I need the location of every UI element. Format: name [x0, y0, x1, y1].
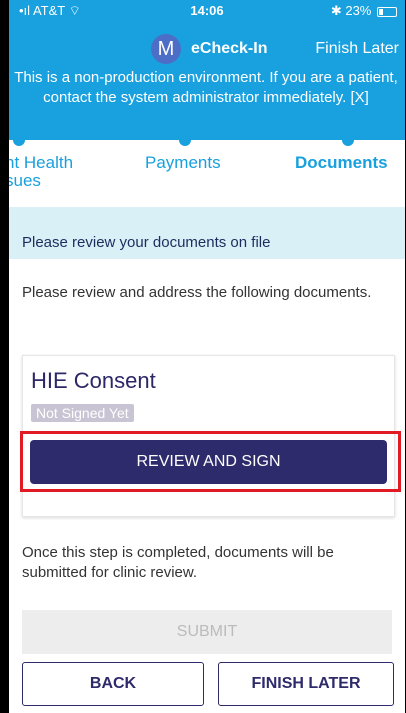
submit-button[interactable]: SUBMIT	[22, 610, 392, 654]
completion-note: Once this step is completed, documents w…	[22, 544, 334, 581]
environment-warning-banner[interactable]: This is a non-production environment. If…	[9, 68, 405, 108]
bluetooth-icon: ✱	[330, 3, 342, 18]
step-health-issues[interactable]: nt Health sues	[9, 154, 73, 190]
step-documents[interactable]: Documents	[295, 154, 388, 172]
avatar[interactable]: M	[151, 34, 181, 64]
step-dot-payments	[179, 134, 191, 146]
app-screen: •ıl AT&T ⌔ 14:06 ✱ 23% M eCheck-In Finis…	[9, 0, 405, 713]
finish-later-link[interactable]: Finish Later	[315, 40, 399, 58]
finish-later-button[interactable]: FINISH LATER	[218, 662, 394, 706]
battery-label: 23%	[345, 3, 372, 18]
status-bar: •ıl AT&T ⌔ 14:06 ✱ 23%	[9, 0, 405, 20]
status-badge: Not Signed Yet	[31, 404, 134, 422]
documents-notice: Please review your documents on file	[9, 207, 405, 259]
battery-status: ✱ 23%	[331, 3, 397, 19]
highlight-box	[20, 431, 401, 492]
back-button[interactable]: BACK	[22, 662, 204, 706]
document-title: HIE Consent	[31, 368, 156, 393]
app-header: M eCheck-In Finish Later	[9, 28, 405, 68]
progress-steps: nt Health sues Payments Documents	[9, 134, 405, 190]
app-title: eCheck-In	[191, 40, 268, 57]
step-dot-documents	[342, 134, 354, 146]
step-dot-health	[13, 134, 25, 146]
battery-icon	[377, 6, 397, 17]
notice-text: Please review your documents on file	[22, 234, 271, 251]
intro-text: Please review and address the following …	[22, 284, 372, 301]
step-payments[interactable]: Payments	[145, 154, 221, 172]
